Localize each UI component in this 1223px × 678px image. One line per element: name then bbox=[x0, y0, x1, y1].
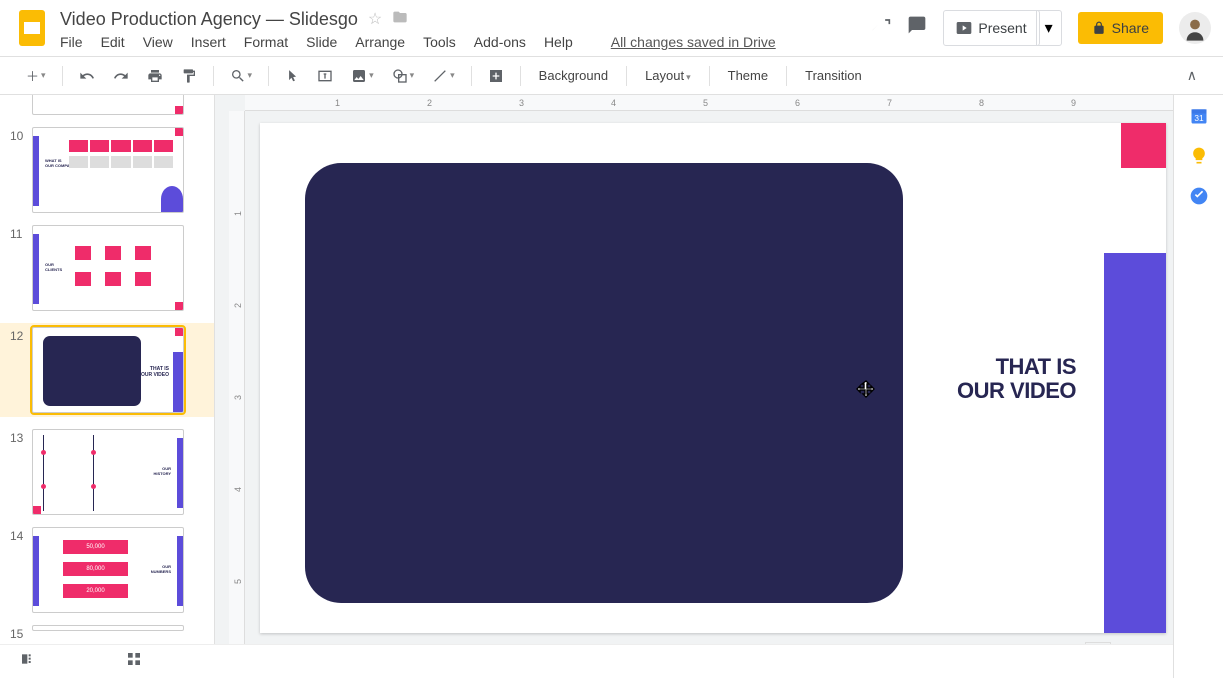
slide-canvas[interactable]: THAT IS OUR VIDEO bbox=[260, 123, 1166, 633]
calendar-icon[interactable]: 31 bbox=[1188, 105, 1210, 127]
slides-logo[interactable] bbox=[12, 8, 52, 48]
slide-filmstrip[interactable]: 10 WHAT ISOUR COMPANY 11 OURCLIENTS 12 bbox=[0, 95, 215, 678]
transition-button[interactable]: Transition bbox=[797, 64, 870, 87]
decor-purple-bar[interactable] bbox=[1104, 253, 1166, 633]
menu-view[interactable]: View bbox=[143, 34, 173, 50]
menu-format[interactable]: Format bbox=[244, 34, 288, 50]
thumb-slide-14[interactable]: 50,000 80,000 20,000 OURNUMBERS bbox=[32, 527, 184, 613]
redo-button[interactable] bbox=[107, 64, 135, 88]
slide-title-text[interactable]: THAT IS OUR VIDEO bbox=[957, 355, 1076, 403]
menu-file[interactable]: File bbox=[60, 34, 83, 50]
select-tool[interactable] bbox=[279, 65, 305, 87]
menu-slide[interactable]: Slide bbox=[306, 34, 337, 50]
thumb-slide-12[interactable]: THAT ISOUR VIDEO bbox=[32, 327, 184, 413]
star-icon[interactable]: ☆ bbox=[368, 9, 382, 29]
present-label: Present bbox=[978, 20, 1026, 36]
share-button[interactable]: Share bbox=[1078, 12, 1163, 44]
thumb-slide-9[interactable] bbox=[32, 95, 184, 115]
add-comment-button[interactable] bbox=[482, 64, 510, 88]
move-folder-icon[interactable] bbox=[392, 9, 408, 30]
video-placeholder[interactable] bbox=[305, 163, 903, 603]
slide-canvas-area[interactable]: 123456789 12345 THAT IS OUR VIDEO › bbox=[215, 95, 1173, 678]
svg-text:31: 31 bbox=[1194, 113, 1204, 123]
tasks-icon[interactable] bbox=[1188, 185, 1210, 207]
doc-title[interactable]: Video Production Agency — Slidesgo bbox=[60, 9, 358, 30]
decor-pink-square[interactable] bbox=[1121, 123, 1166, 168]
menu-edit[interactable]: Edit bbox=[101, 34, 125, 50]
thumb-number: 13 bbox=[10, 429, 32, 445]
grid-view-icon[interactable] bbox=[126, 651, 142, 672]
present-button[interactable]: Present bbox=[943, 10, 1039, 46]
thumb-number: 11 bbox=[10, 225, 32, 241]
new-slide-button[interactable]: ＋▾ bbox=[20, 62, 52, 89]
theme-button[interactable]: Theme bbox=[720, 64, 776, 87]
paint-format-button[interactable] bbox=[175, 64, 203, 88]
thumb-number: 14 bbox=[10, 527, 32, 543]
menu-insert[interactable]: Insert bbox=[191, 34, 226, 50]
undo-button[interactable] bbox=[73, 64, 101, 88]
thumb-slide-11[interactable]: OURCLIENTS bbox=[32, 225, 184, 311]
zoom-button[interactable]: ▾ bbox=[224, 64, 259, 88]
account-avatar[interactable] bbox=[1179, 12, 1211, 44]
print-button[interactable] bbox=[141, 64, 169, 88]
thumb-slide-10[interactable]: WHAT ISOUR COMPANY bbox=[32, 127, 184, 213]
textbox-tool[interactable] bbox=[311, 64, 339, 88]
hide-menus-button[interactable]: ∧ bbox=[1181, 63, 1203, 88]
keep-icon[interactable] bbox=[1188, 145, 1210, 167]
line-tool[interactable]: ▾ bbox=[426, 64, 461, 88]
thumb-slide-15[interactable] bbox=[32, 625, 184, 631]
horizontal-ruler: 123456789 bbox=[245, 95, 1173, 111]
background-button[interactable]: Background bbox=[531, 64, 616, 87]
layout-button[interactable]: Layout▾ bbox=[637, 64, 699, 87]
menu-help[interactable]: Help bbox=[544, 34, 573, 50]
side-panel: 31 bbox=[1173, 95, 1223, 678]
save-status[interactable]: All changes saved in Drive bbox=[611, 34, 776, 50]
activity-icon[interactable] bbox=[871, 15, 891, 41]
comments-icon[interactable] bbox=[907, 15, 927, 41]
thumb-number: 15 bbox=[10, 625, 32, 641]
present-dropdown[interactable]: ▾ bbox=[1036, 10, 1062, 46]
filmstrip-view-icon[interactable] bbox=[20, 651, 36, 672]
image-tool[interactable]: ▾ bbox=[345, 64, 380, 88]
vertical-ruler: 12345 bbox=[229, 111, 245, 678]
menu-addons[interactable]: Add-ons bbox=[474, 34, 526, 50]
thumb-slide-13[interactable]: OURHISTORY bbox=[32, 429, 184, 515]
thumb-number: 10 bbox=[10, 127, 32, 143]
shape-tool[interactable]: ▾ bbox=[386, 64, 421, 88]
menu-arrange[interactable]: Arrange bbox=[355, 34, 405, 50]
thumb-number: 12 bbox=[10, 327, 32, 343]
share-label: Share bbox=[1112, 20, 1149, 36]
menu-tools[interactable]: Tools bbox=[423, 34, 456, 50]
